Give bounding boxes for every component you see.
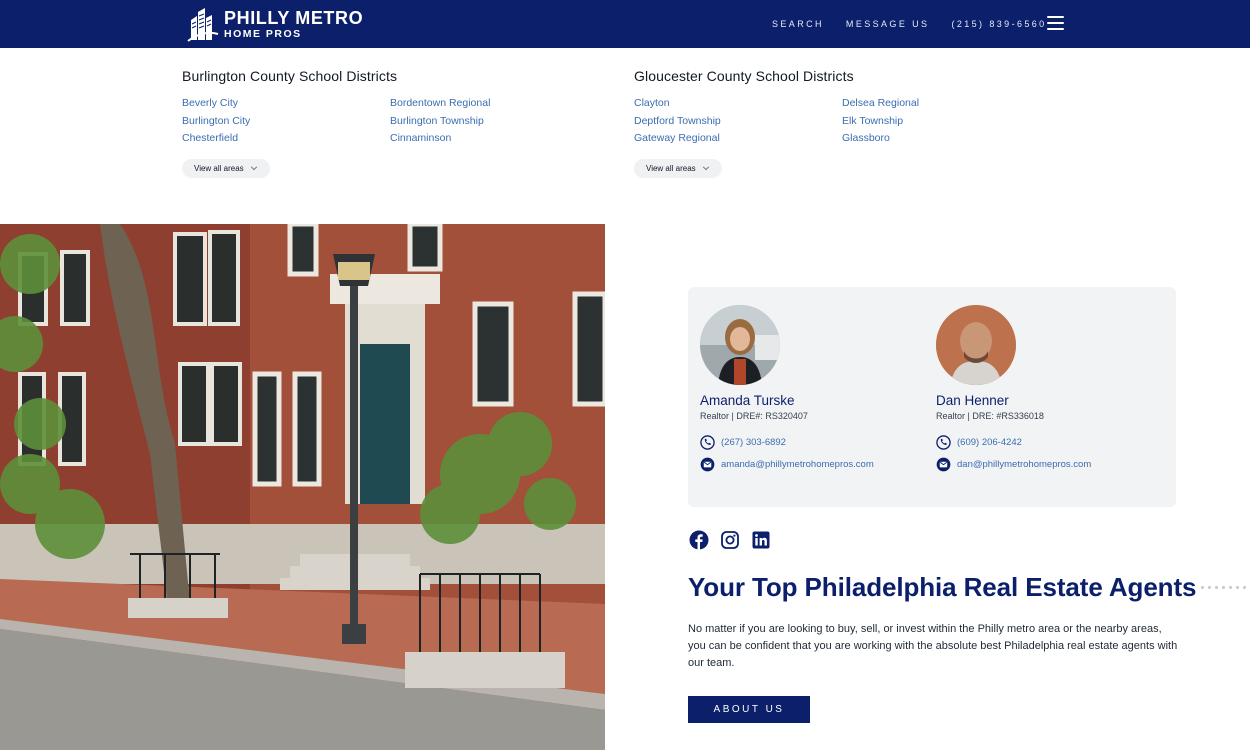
- about-us-button[interactable]: ABOUT US: [688, 696, 810, 723]
- district-link[interactable]: Beverly City: [182, 96, 390, 111]
- district-link[interactable]: Bordentown Regional: [390, 96, 598, 111]
- site-header: PHILLY METRO HOME PROS SEARCH MESSAGE US…: [0, 0, 1250, 48]
- agent-amanda: Amanda Turske Realtor | DRE#: RS320407 (…: [700, 305, 930, 472]
- nav-message-us-link[interactable]: MESSAGE US: [846, 19, 930, 29]
- site-logo[interactable]: PHILLY METRO HOME PROS: [186, 6, 363, 42]
- district-list: Clayton Delsea Regional Deptford Townshi…: [634, 96, 1074, 146]
- agent-avatar[interactable]: [700, 305, 780, 385]
- instagram-icon: [721, 531, 739, 549]
- section-body: No matter if you are looking to buy, sel…: [688, 623, 1178, 669]
- district-link[interactable]: Elk Township: [842, 114, 1050, 129]
- agent-license: Realtor | DRE#: RS320407: [700, 411, 808, 421]
- nav-search-link[interactable]: SEARCH: [772, 19, 824, 29]
- section-headline: Your Top Philadelphia Real Estate Agents: [688, 572, 1197, 602]
- district-title: Burlington County School Districts: [182, 68, 398, 84]
- phone-icon: [936, 435, 951, 450]
- district-link[interactable]: Deptford Township: [634, 114, 842, 129]
- agent-dan: Dan Henner Realtor | DRE: #RS336018 (609…: [936, 305, 1166, 472]
- district-section-burlington: Burlington County School Districts Bever…: [182, 68, 622, 178]
- district-link[interactable]: Cinnaminson: [390, 131, 598, 146]
- nav-phone-link[interactable]: (215) 839-6560: [951, 19, 1046, 29]
- district-link[interactable]: Gateway Regional: [634, 131, 842, 146]
- logo-subtitle: HOME PROS: [224, 27, 302, 40]
- phone-icon: [700, 435, 715, 450]
- district-link[interactable]: Chesterfield: [182, 131, 390, 146]
- view-all-label: View all areas: [194, 163, 244, 173]
- social-links: [689, 530, 782, 550]
- instagram-link[interactable]: [720, 530, 740, 550]
- view-all-areas-button[interactable]: View all areas: [182, 158, 270, 178]
- logo-title: PHILLY METRO: [224, 7, 364, 28]
- linkedin-link[interactable]: [751, 530, 771, 550]
- buildings-logo-icon: [187, 8, 219, 42]
- facebook-link[interactable]: [689, 530, 709, 550]
- agent-avatar[interactable]: [936, 305, 1016, 385]
- agent-email-row: amanda@phillymetrohomepros.com: [700, 457, 930, 472]
- agent-phone-row: (267) 303-6892: [700, 435, 930, 450]
- agent-phone-link[interactable]: (267) 303-6892: [721, 437, 786, 448]
- district-link[interactable]: Delsea Regional: [842, 96, 1050, 111]
- agent-name: Dan Henner: [936, 393, 1009, 408]
- linkedin-icon: [752, 531, 770, 549]
- agent-phone-link[interactable]: (609) 206-4242: [957, 437, 1022, 448]
- district-link[interactable]: Burlington Township: [390, 114, 598, 129]
- view-all-label: View all areas: [646, 163, 696, 173]
- agent-email-link[interactable]: dan@phillymetrohomepros.com: [957, 459, 1091, 470]
- agent-phone-row: (609) 206-4242: [936, 435, 1166, 450]
- hamburger-menu-icon[interactable]: [1047, 16, 1064, 30]
- agent-name: Amanda Turske: [700, 393, 795, 408]
- email-icon: [936, 457, 951, 472]
- district-link[interactable]: Glassboro: [842, 131, 1050, 146]
- district-section-gloucester: Gloucester County School Districts Clayt…: [634, 68, 1074, 178]
- chevron-down-icon: [250, 166, 257, 171]
- district-title: Gloucester County School Districts: [634, 68, 854, 84]
- view-all-areas-button[interactable]: View all areas: [634, 158, 722, 178]
- scroll-indicator-dots: [1201, 586, 1250, 589]
- agents-card: Amanda Turske Realtor | DRE#: RS320407 (…: [688, 287, 1176, 507]
- agent-email-link[interactable]: amanda@phillymetrohomepros.com: [721, 459, 874, 470]
- header-nav: SEARCH MESSAGE US (215) 839-6560: [772, 0, 1069, 48]
- agent-email-row: dan@phillymetrohomepros.com: [936, 457, 1166, 472]
- chevron-down-icon: [702, 166, 709, 171]
- district-link[interactable]: Clayton: [634, 96, 842, 111]
- district-list: Beverly City Bordentown Regional Burling…: [182, 96, 622, 146]
- agent-license: Realtor | DRE: #RS336018: [936, 411, 1044, 421]
- district-link[interactable]: Burlington City: [182, 114, 390, 129]
- email-icon: [700, 457, 715, 472]
- facebook-icon: [689, 530, 709, 550]
- rowhouse-street-photo: [0, 224, 605, 750]
